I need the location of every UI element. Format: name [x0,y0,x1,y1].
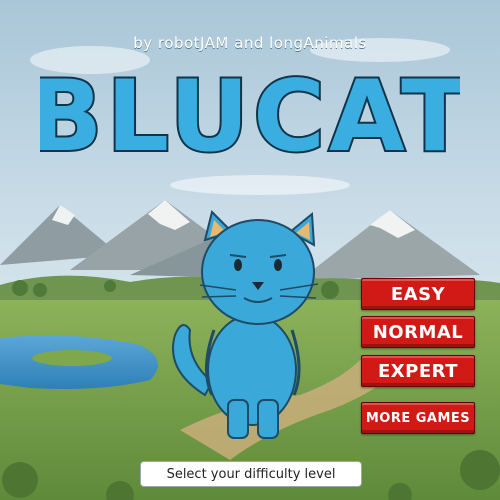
expert-button[interactable]: EXPERT [361,355,475,387]
credit-text: by robotJAM and longAnimals [133,34,367,52]
easy-button[interactable]: EASY [361,278,475,310]
game-logo: BLUCAT [40,58,460,168]
logo-text: BLUCAT [40,60,460,168]
status-bar: Select your difficulty level [140,461,362,487]
normal-button[interactable]: NORMAL [361,316,475,348]
more-games-button[interactable]: MORE GAMES [361,402,475,434]
